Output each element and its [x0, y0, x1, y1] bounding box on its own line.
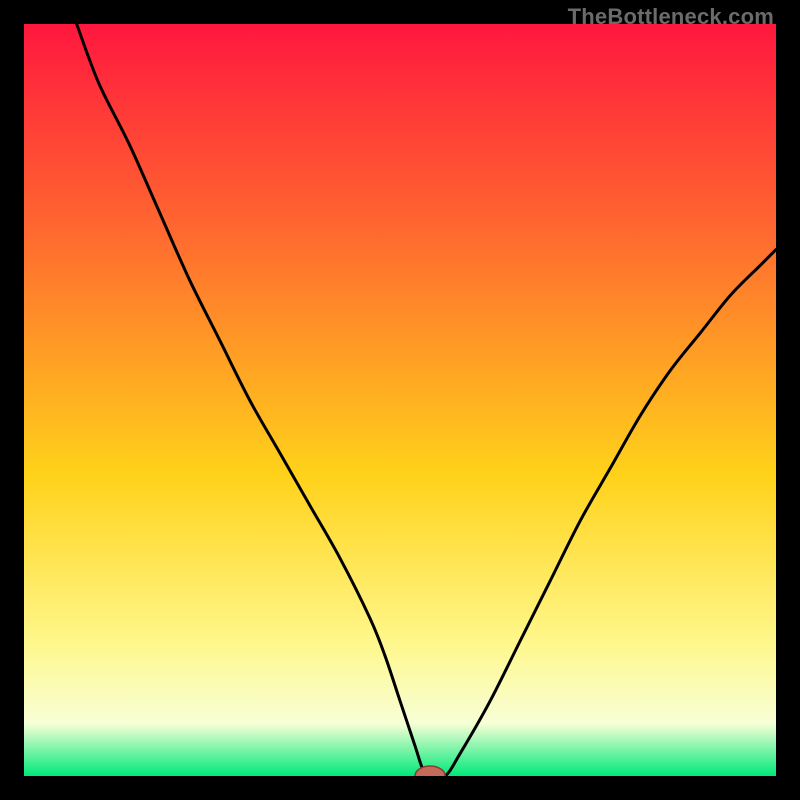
plot-area [24, 24, 776, 776]
watermark-text: TheBottleneck.com [568, 4, 774, 30]
chart-frame: TheBottleneck.com [0, 0, 800, 800]
chart-svg [24, 24, 776, 776]
gradient-background [24, 24, 776, 776]
